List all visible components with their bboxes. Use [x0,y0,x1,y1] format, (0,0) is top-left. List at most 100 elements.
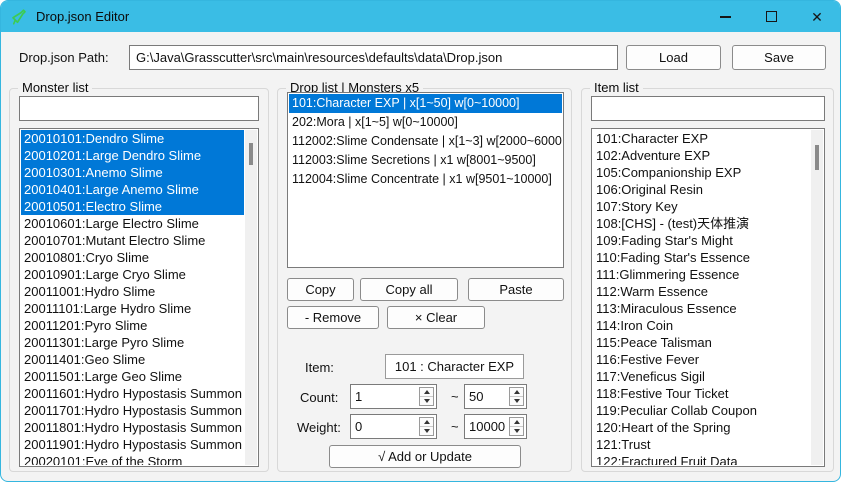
list-item[interactable]: 20010701:Mutant Electro Slime [21,232,244,249]
monster-list-panel: Monster list 20010101:Dendro Slime200102… [9,88,269,472]
window-title: Drop.json Editor [36,9,129,24]
list-item[interactable]: 20011201:Pyro Slime [21,317,244,334]
paste-button[interactable]: Paste [468,278,564,301]
list-item[interactable]: 20011601:Hydro Hypostasis Summon [21,385,244,402]
list-item[interactable]: 116:Festive Fever [593,351,810,368]
monster-scrollbar[interactable] [245,130,257,465]
list-item[interactable]: 20010601:Large Electro Slime [21,215,244,232]
titlebar: Drop.json Editor ✕ [1,1,840,32]
list-item[interactable]: 118:Festive Tour Ticket [593,385,810,402]
monster-list[interactable]: 20010101:Dendro Slime20010201:Large Dend… [21,130,257,465]
list-item[interactable]: 20010401:Large Anemo Slime [21,181,244,198]
weight-max-spinner[interactable] [464,414,527,439]
list-item[interactable]: 20010101:Dendro Slime [21,130,244,147]
chevron-up-icon [514,420,520,424]
list-item[interactable]: 20010901:Large Cryo Slime [21,266,244,283]
copy-all-button[interactable]: Copy all [360,278,458,301]
list-item[interactable]: 20011701:Hydro Hypostasis Summon [21,402,244,419]
spin-up-button[interactable] [510,388,523,396]
list-item[interactable]: 109:Fading Star's Might [593,232,810,249]
spin-down-button[interactable] [420,396,433,405]
list-item[interactable]: 111:Glimmering Essence [593,266,810,283]
list-item[interactable]: 20011101:Large Hydro Slime [21,300,244,317]
item-list[interactable]: 101:Character EXP102:Adventure EXP105:Co… [593,130,823,465]
list-item[interactable]: 20010501:Electro Slime [21,198,244,215]
list-item[interactable]: 202:Mora | x[1~5] w[0~10000] [289,113,562,132]
spin-buttons [509,417,524,436]
scrollbar-thumb[interactable] [815,145,819,170]
list-item[interactable]: 122:Fractured Fruit Data [593,453,810,465]
list-item[interactable]: 119:Peculiar Collab Coupon [593,402,810,419]
list-item[interactable]: 20011301:Large Pyro Slime [21,334,244,351]
spin-down-button[interactable] [510,396,523,405]
drop-list-panel: Drop list | Monsters x5 101:Character EX… [277,88,572,472]
list-item[interactable]: 121:Trust [593,436,810,453]
weight-label: Weight: [297,420,341,435]
list-item[interactable]: 20011501:Large Geo Slime [21,368,244,385]
monster-search-input[interactable] [19,96,259,121]
weight-max-input[interactable] [465,415,507,438]
load-button[interactable]: Load [626,45,721,70]
count-max-input[interactable] [465,385,507,408]
close-button[interactable]: ✕ [794,1,840,32]
list-item[interactable]: 117:Veneficus Sigil [593,368,810,385]
chevron-up-icon [514,390,520,394]
list-item[interactable]: 110:Fading Star's Essence [593,249,810,266]
add-or-update-button[interactable]: √ Add or Update [329,445,521,468]
monster-list-title: Monster list [18,80,92,95]
count-max-spinner[interactable] [464,384,527,409]
item-scrollbar[interactable] [811,130,823,465]
list-item[interactable]: 112:Warm Essence [593,283,810,300]
list-item[interactable]: 101:Character EXP | x[1~50] w[0~10000] [289,94,562,113]
list-item[interactable]: 20010201:Large Dendro Slime [21,147,244,164]
path-input[interactable] [129,45,618,70]
list-item[interactable]: 108:[CHS] - (test)天体推演 [593,215,810,232]
item-display-field[interactable]: 101 : Character EXP [385,354,524,379]
drop-list[interactable]: 101:Character EXP | x[1~50] w[0~10000]20… [289,94,562,266]
minimize-icon [720,16,731,18]
count-label: Count: [300,390,338,405]
spin-down-button[interactable] [420,426,433,435]
spin-up-button[interactable] [420,388,433,396]
list-item[interactable]: 20010801:Cryo Slime [21,249,244,266]
list-item[interactable]: 112004:Slime Concentrate | x1 w[9501~100… [289,170,562,189]
scrollbar-thumb[interactable] [249,143,253,165]
spin-down-button[interactable] [510,426,523,435]
remove-button[interactable]: - Remove [287,306,379,329]
list-item[interactable]: 20011001:Hydro Slime [21,283,244,300]
count-min-input[interactable] [351,385,417,408]
list-item[interactable]: 20011401:Geo Slime [21,351,244,368]
list-item[interactable]: 115:Peace Talisman [593,334,810,351]
list-item[interactable]: 101:Character EXP [593,130,810,147]
list-item[interactable]: 114:Iron Coin [593,317,810,334]
chevron-down-icon [424,429,430,433]
save-button[interactable]: Save [732,45,826,70]
list-item[interactable]: 106:Original Resin [593,181,810,198]
list-item[interactable]: 113:Miraculous Essence [593,300,810,317]
spin-buttons [509,387,524,406]
item-search-input[interactable] [591,96,825,121]
list-item[interactable]: 112003:Slime Secretions | x1 w[8001~9500… [289,151,562,170]
maximize-icon [766,11,777,22]
list-item[interactable]: 20010301:Anemo Slime [21,164,244,181]
chevron-down-icon [514,429,520,433]
weight-range-tilde: ~ [451,419,459,434]
list-item[interactable]: 107:Story Key [593,198,810,215]
maximize-button[interactable] [748,1,794,32]
spin-up-button[interactable] [510,418,523,426]
minimize-button[interactable] [702,1,748,32]
list-item[interactable]: 120:Heart of the Spring [593,419,810,436]
weight-min-spinner[interactable] [350,414,437,439]
count-min-spinner[interactable] [350,384,437,409]
spin-up-button[interactable] [420,418,433,426]
clear-button[interactable]: × Clear [387,306,485,329]
list-item[interactable]: 112002:Slime Condensate | x[1~3] w[2000~… [289,132,562,151]
copy-button[interactable]: Copy [287,278,354,301]
window-controls: ✕ [702,1,840,32]
list-item[interactable]: 102:Adventure EXP [593,147,810,164]
list-item[interactable]: 20011901:Hydro Hypostasis Summon [21,436,244,453]
list-item[interactable]: 20011801:Hydro Hypostasis Summon [21,419,244,436]
list-item[interactable]: 20020101:Eye of the Storm [21,453,244,465]
list-item[interactable]: 105:Companionship EXP [593,164,810,181]
weight-min-input[interactable] [351,415,417,438]
